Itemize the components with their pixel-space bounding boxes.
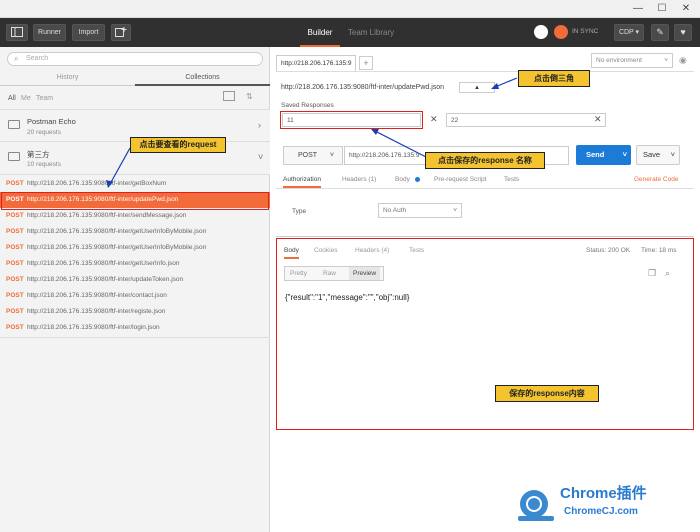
arrow-head [491, 83, 499, 89]
callout-saved-content: 保存的response内容 [495, 385, 599, 402]
arrow-click-saved [374, 130, 429, 159]
watermark-site: ChromeCJ.com [564, 506, 638, 517]
callout-view-request: 点击要查看的request [130, 137, 226, 153]
callout-click-triangle: 点击倒三角 [518, 70, 590, 87]
arrow-view-request [109, 147, 131, 185]
callout-click-saved: 点击保存的response 名称 [425, 152, 545, 169]
watermark: Chrome插件 ChromeCJ.com [514, 478, 694, 526]
annotation-arrows [106, 77, 518, 188]
watermark-title: Chrome插件 [560, 485, 647, 502]
arrow-click-triangle [494, 77, 518, 88]
snail-logo-icon [518, 490, 554, 521]
